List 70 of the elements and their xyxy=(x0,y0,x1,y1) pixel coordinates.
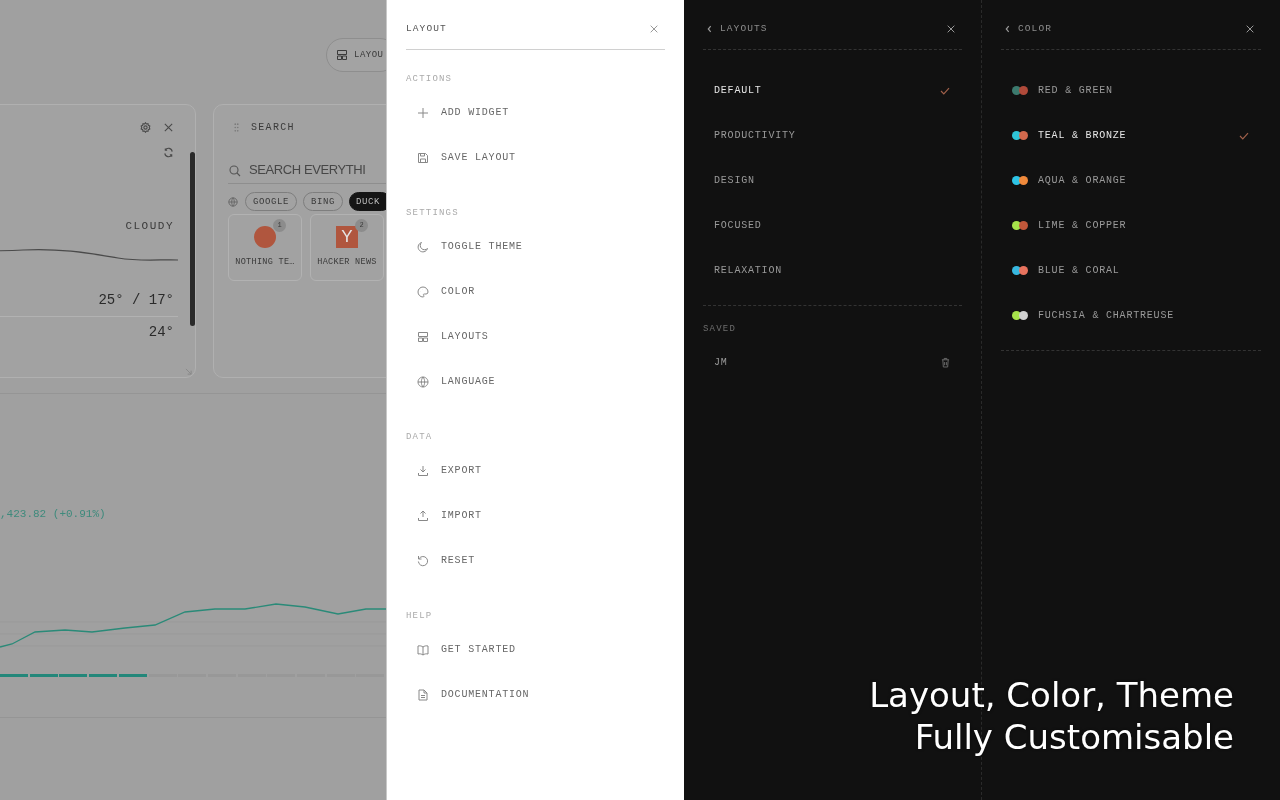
layout-icon xyxy=(336,49,348,61)
settings-icon[interactable] xyxy=(140,122,151,133)
section-label: DATA xyxy=(406,431,434,444)
refresh-icon[interactable] xyxy=(163,147,174,158)
layout-option[interactable]: PRODUCTIVITY xyxy=(703,113,962,158)
search-engine-chip[interactable]: DUCK xyxy=(349,192,386,211)
panel-title: COLOR xyxy=(1018,23,1053,34)
menu-item[interactable]: IMPORT xyxy=(406,493,665,538)
layout-option[interactable]: FOCUSED xyxy=(703,203,962,248)
layout-option[interactable]: DESIGN xyxy=(703,158,962,203)
menu-item[interactable]: ADD WIDGET xyxy=(406,90,665,135)
color-option[interactable]: AQUA & ORANGE xyxy=(1001,158,1261,203)
caption-text: Fully Customisable xyxy=(913,716,1234,758)
back-icon[interactable] xyxy=(707,24,712,33)
palette-icon xyxy=(417,285,429,298)
search-icon xyxy=(229,165,241,177)
section-label: SETTINGS xyxy=(406,207,460,220)
shortcut-label: HACKER NEWS xyxy=(317,257,377,267)
section-label: SAVED xyxy=(703,323,737,336)
checkmark-icon xyxy=(1239,131,1249,140)
moon-icon xyxy=(417,240,429,253)
document-icon xyxy=(417,688,429,701)
checkmark-icon xyxy=(940,86,950,95)
globe-icon xyxy=(417,375,429,388)
menu-item[interactable]: TOGGLE THEME xyxy=(406,224,665,269)
panel-title: LAYOUTS xyxy=(720,23,769,34)
menu-item[interactable]: COLOR xyxy=(406,269,665,314)
saved-layout[interactable]: JM xyxy=(703,340,962,385)
drag-handle-icon[interactable] xyxy=(234,122,239,133)
weather-condition: CLOUDY xyxy=(125,220,174,232)
panel-title: LAYOUT xyxy=(406,23,448,34)
scrollbar[interactable] xyxy=(190,152,195,326)
layout-option[interactable]: DEFAULT xyxy=(703,68,962,113)
search-field[interactable]: SEARCH EVERYTHI xyxy=(249,161,383,177)
color-option[interactable]: TEAL & BRONZE xyxy=(1001,113,1261,158)
widget-title: SEARCH xyxy=(251,122,295,133)
upload-icon xyxy=(417,509,429,522)
download-icon xyxy=(417,464,429,477)
menu-item[interactable]: SAVE LAYOUT xyxy=(406,135,665,180)
caption-text: Layout, Color, Theme xyxy=(869,674,1234,716)
layout-option[interactable]: RELAXATION xyxy=(703,248,962,293)
menu-item[interactable]: GET STARTED xyxy=(406,627,665,672)
color-option[interactable]: BLUE & CORAL xyxy=(1001,248,1261,293)
trash-icon[interactable] xyxy=(941,357,950,368)
close-icon[interactable] xyxy=(163,122,174,133)
shortcut-label: NOTHING TE… xyxy=(235,257,295,267)
menu-item[interactable]: RESET xyxy=(406,538,665,583)
reset-icon xyxy=(417,554,429,567)
menu-item[interactable]: LANGUAGE xyxy=(406,359,665,404)
menu-item[interactable]: EXPORT xyxy=(406,448,665,493)
book-icon xyxy=(417,643,429,656)
menu-item[interactable]: DOCUMENTATION xyxy=(406,672,665,717)
globe-icon xyxy=(228,196,238,207)
site-logo: Y xyxy=(336,226,358,248)
site-logo xyxy=(254,226,276,248)
menu-item[interactable]: LAYOUTS xyxy=(406,314,665,359)
color-option[interactable]: LIME & COPPER xyxy=(1001,203,1261,248)
price-change: ,423.82 (+0.91%) xyxy=(0,508,107,520)
section-label: ACTIONS xyxy=(406,73,454,86)
close-icon[interactable] xyxy=(946,23,956,34)
current-temperature: 24° xyxy=(148,324,174,340)
back-icon[interactable] xyxy=(1005,24,1010,33)
layout-icon xyxy=(417,330,429,343)
color-option[interactable]: RED & GREEN xyxy=(1001,68,1261,113)
plus-icon xyxy=(417,106,429,119)
color-option[interactable]: FUCHSIA & CHARTREUSE xyxy=(1001,293,1261,338)
close-icon[interactable] xyxy=(1245,23,1255,34)
section-label: HELP xyxy=(406,610,434,623)
layout-button[interactable]: LAYOU xyxy=(326,38,386,72)
temperature-range: 25° / 17° xyxy=(98,292,174,308)
